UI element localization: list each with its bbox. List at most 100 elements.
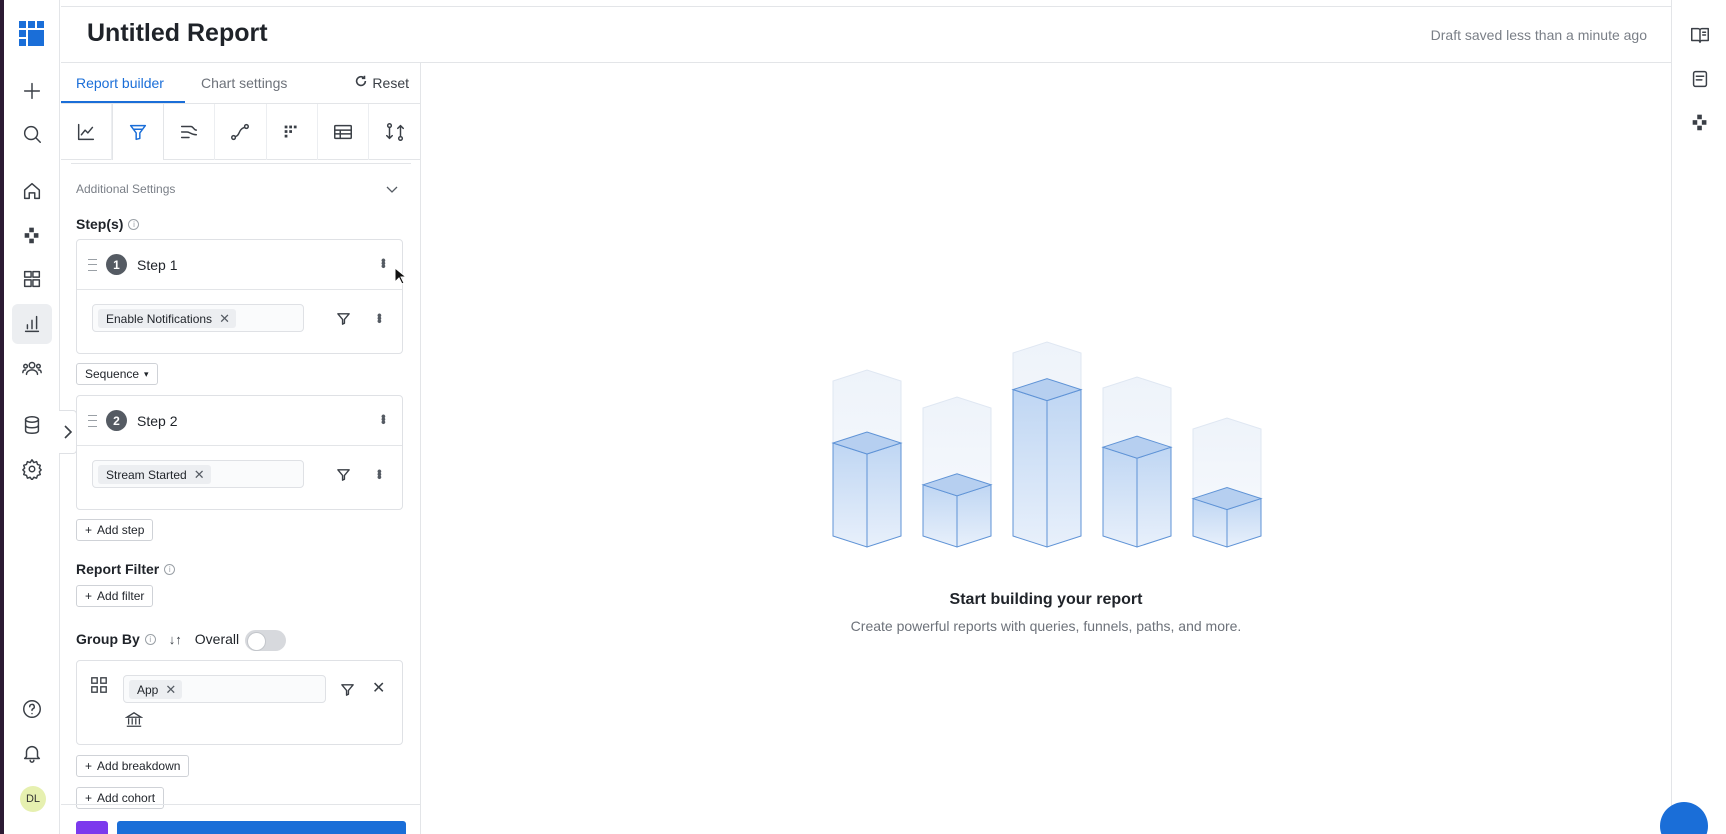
step-label[interactable]: Step 1 — [137, 257, 177, 273]
chart-type-bar — [61, 104, 420, 160]
close-icon[interactable]: ✕ — [165, 682, 176, 698]
reset-button[interactable]: Reset — [354, 74, 409, 91]
sequence-label: Sequence — [85, 367, 140, 381]
step-header: 2 Step 2 ••• — [77, 396, 402, 446]
mouse-cursor-icon — [394, 267, 406, 285]
avatar[interactable]: DL — [20, 786, 46, 812]
bell-icon[interactable] — [12, 733, 52, 773]
event-row: Stream Started ✕ ••• — [77, 446, 402, 503]
run-button[interactable] — [117, 821, 406, 834]
filter-icon[interactable] — [336, 311, 351, 326]
search-icon[interactable] — [12, 114, 52, 154]
steps-heading: Step(s) i — [76, 216, 140, 232]
event-selector[interactable]: Enable Notifications ✕ — [92, 304, 304, 332]
left-rail: DL — [4, 0, 60, 834]
add-breakdown-button[interactable]: + Add breakdown — [76, 755, 190, 777]
close-icon[interactable]: ✕ — [372, 678, 385, 698]
steps-label: Step(s) — [76, 216, 124, 232]
report-builder-panel: Report builder Chart settings Reset Addi… — [61, 63, 421, 834]
funnel-icon[interactable] — [112, 104, 164, 160]
active-tab-indicator — [61, 101, 185, 103]
right-rail — [1671, 0, 1726, 834]
home-icon[interactable] — [12, 171, 52, 211]
add-step-label: Add step — [97, 523, 145, 537]
database-icon[interactable] — [12, 405, 52, 445]
report-filter-label: Report Filter — [76, 561, 160, 577]
group-by-selector[interactable]: App ✕ — [123, 675, 326, 703]
book-icon[interactable] — [1685, 20, 1715, 50]
filter-icon[interactable] — [336, 467, 351, 482]
more-icon[interactable]: ••• — [372, 469, 388, 478]
reset-label: Reset — [372, 74, 409, 91]
tab-chart-settings[interactable]: Chart settings — [201, 75, 287, 91]
path-icon[interactable] — [215, 104, 267, 160]
ai-button[interactable] — [76, 821, 108, 834]
group-by-chip: App ✕ — [129, 680, 183, 699]
refresh-icon — [354, 74, 368, 91]
empty-state-title: Start building your report — [949, 591, 1143, 608]
page-title[interactable]: Untitled Report — [87, 19, 268, 48]
empty-state-subtitle: Create powerful reports with queries, fu… — [850, 618, 1242, 634]
empty-state-cube — [921, 396, 993, 548]
close-icon[interactable]: ✕ — [194, 467, 205, 483]
drag-handle-icon[interactable] — [88, 259, 97, 271]
line-chart-icon[interactable] — [61, 104, 113, 160]
add-step-button[interactable]: + Add step — [76, 519, 154, 541]
flows-icon[interactable] — [164, 104, 216, 160]
event-row: Enable Notifications ✕ ••• — [77, 290, 402, 347]
notes-icon[interactable] — [1685, 64, 1715, 94]
chevron-down-icon[interactable] — [386, 183, 398, 195]
close-icon[interactable]: ✕ — [219, 311, 230, 327]
additional-settings-label[interactable]: Additional Settings — [76, 182, 175, 196]
event-chip-label: Enable Notifications — [106, 311, 213, 326]
users-icon[interactable] — [12, 348, 52, 388]
apps-icon[interactable] — [12, 215, 52, 255]
scroll-edge — [71, 161, 411, 164]
table-icon[interactable] — [318, 104, 370, 160]
draft-status: Draft saved less than a minute ago — [1430, 27, 1647, 43]
drag-handle-icon[interactable] — [88, 415, 97, 427]
step-card: 2 Step 2 ••• Stream Started ✕ ••• — [76, 395, 403, 510]
grid-icon[interactable] — [90, 676, 108, 699]
plus-icon: + — [85, 523, 93, 537]
empty-state-cube — [831, 369, 903, 548]
settings-icon[interactable] — [12, 449, 52, 489]
step-number: 1 — [106, 254, 127, 275]
bar-chart-icon[interactable] — [12, 304, 52, 344]
more-icon[interactable]: ••• — [376, 258, 392, 267]
grid-icon[interactable] — [12, 259, 52, 299]
more-icon[interactable]: ••• — [372, 313, 388, 322]
retention-icon[interactable] — [267, 104, 318, 160]
panel-tabs: Report builder Chart settings Reset — [61, 63, 420, 104]
info-icon[interactable]: i — [164, 563, 176, 575]
add-breakdown-label: Add breakdown — [97, 759, 181, 773]
empty-state-cube — [1101, 376, 1173, 548]
app-root: DL Untitled Report Draft saved less than… — [0, 0, 1726, 834]
event-selector[interactable]: Stream Started ✕ — [92, 460, 304, 488]
report-header: Untitled Report Draft saved less than a … — [61, 6, 1671, 63]
compare-icon[interactable] — [369, 104, 420, 160]
tab-report-builder[interactable]: Report builder — [76, 75, 164, 91]
event-chip-label: Stream Started — [106, 467, 187, 482]
add-cohort-button[interactable]: + Add cohort — [76, 787, 165, 809]
step-header: 1 Step 1 ••• — [77, 240, 402, 290]
chevron-down-icon: ▾ — [144, 368, 149, 379]
filter-icon[interactable] — [340, 682, 355, 697]
report-filter-heading: Report Filter i — [76, 561, 176, 577]
info-icon[interactable]: i — [144, 633, 156, 645]
help-icon[interactable] — [12, 689, 52, 729]
plus-icon[interactable] — [12, 71, 52, 111]
group-by-card: App ✕ ✕ — [76, 660, 403, 745]
plus-icon: + — [85, 791, 93, 805]
apps-icon[interactable] — [1685, 107, 1715, 137]
empty-state-cube — [1191, 417, 1263, 548]
more-icon[interactable]: ••• — [376, 414, 392, 423]
step-label[interactable]: Step 2 — [137, 413, 177, 429]
info-icon[interactable]: i — [128, 218, 140, 230]
logo-icon[interactable] — [12, 14, 52, 54]
expand-panel-button[interactable] — [59, 410, 77, 454]
empty-state-illustration — [831, 341, 1263, 548]
event-chip: Stream Started ✕ — [98, 465, 211, 484]
sequence-dropdown[interactable]: Sequence ▾ — [76, 363, 158, 385]
bank-icon[interactable] — [124, 711, 144, 734]
